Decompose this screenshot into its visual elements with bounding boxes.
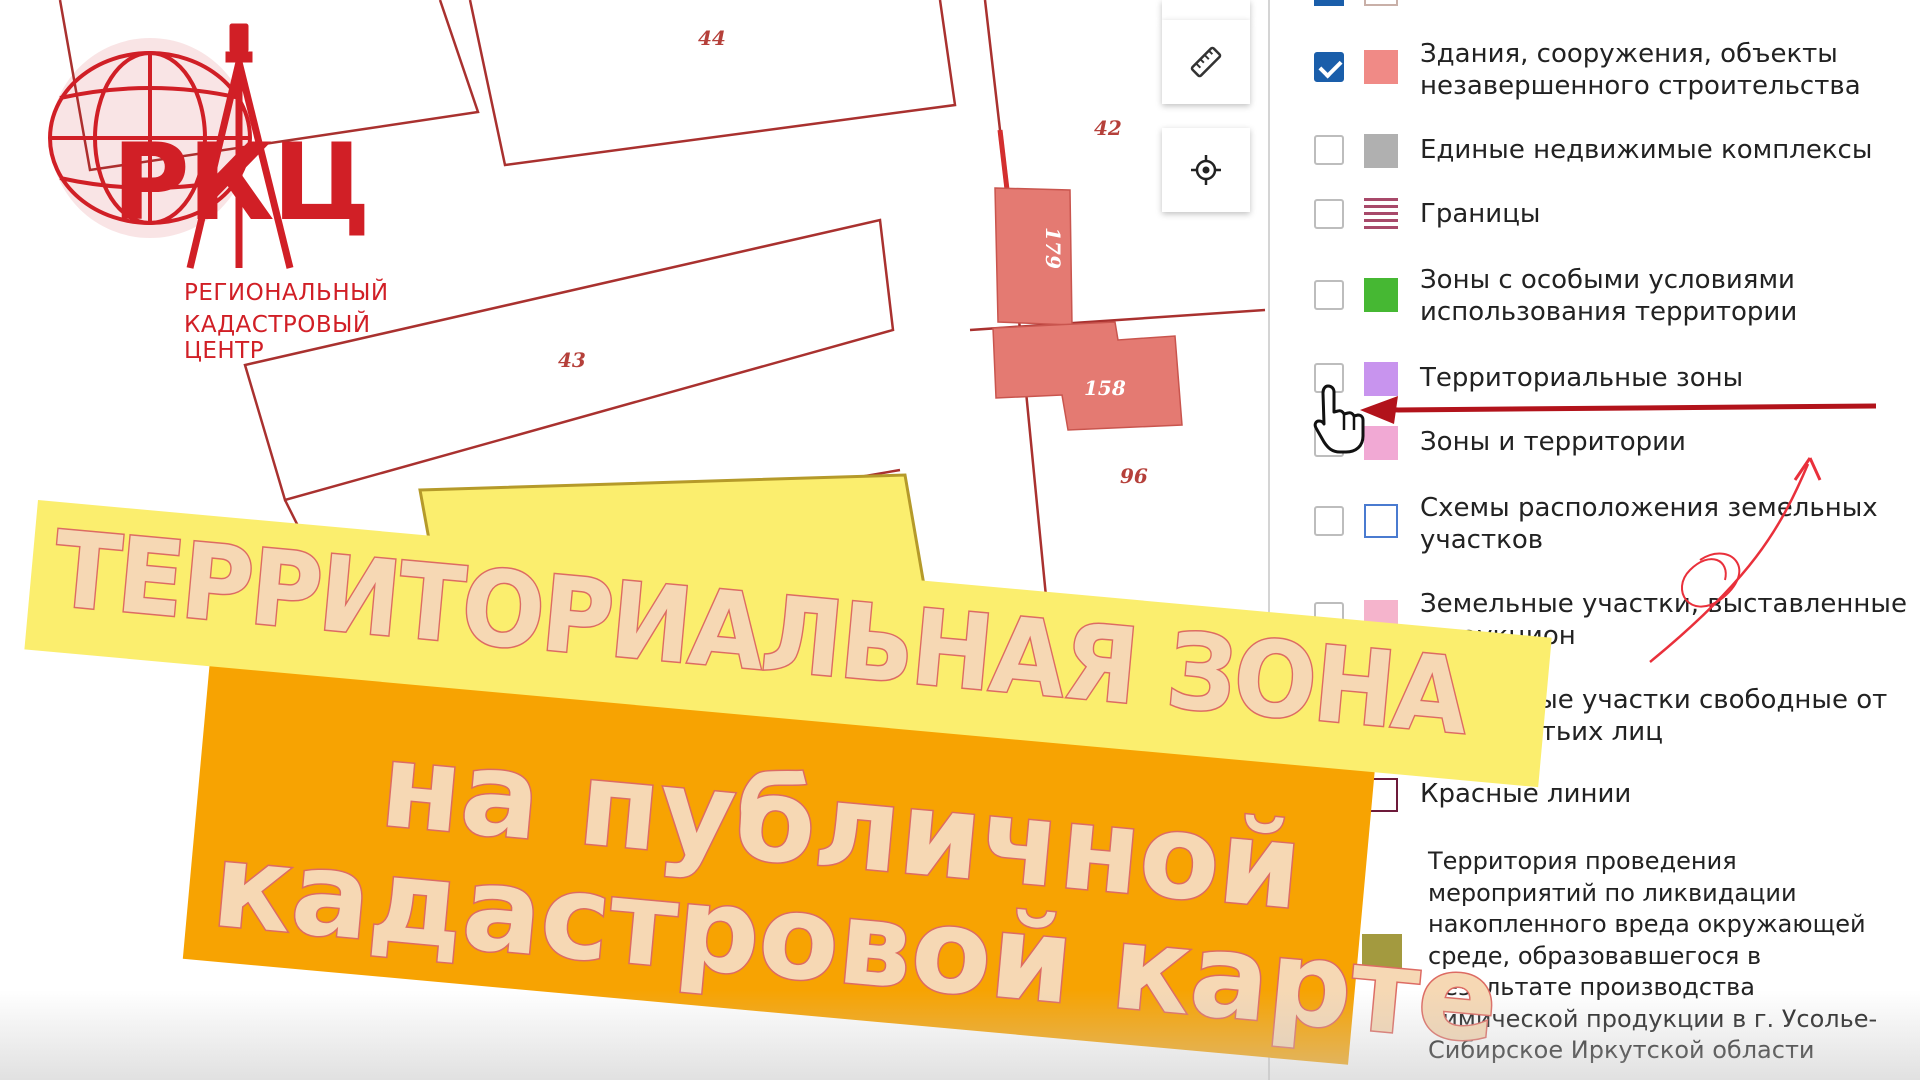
logo-line-2: КАДАСТРОВЫЙ ЦЕНТР <box>184 312 371 364</box>
layer-swatch-partial <box>1364 0 1398 6</box>
parcel-number[interactable]: 42 <box>1094 116 1122 140</box>
parcel-number[interactable]: 44 <box>698 26 726 50</box>
map-tool-button[interactable] <box>1162 0 1250 20</box>
layer-label: Здания, сооружения, объекты незавершенно… <box>1420 39 1861 101</box>
layer-swatch <box>1364 278 1398 312</box>
layer-label: Единые недвижимые комплексы <box>1420 135 1873 165</box>
scribble-annotation <box>1649 457 1822 663</box>
layer-checkbox-partial[interactable] <box>1314 0 1344 6</box>
building-number[interactable]: 179 <box>1041 227 1065 269</box>
layer-swatch <box>1364 50 1398 84</box>
layer-label: Территория проведения мероприятий по лик… <box>1428 847 1878 1064</box>
rkc-logo: РКЦ РЕГИОНАЛЬНЫЙ КАДАСТРОВЫЙ ЦЕНТР <box>40 18 410 364</box>
layer-swatch <box>1364 198 1398 232</box>
ruler-button[interactable] <box>1162 20 1250 104</box>
logo-line-1: РЕГИОНАЛЬНЫЙ <box>184 280 389 306</box>
layer-label: Границы <box>1420 199 1541 229</box>
layer-label: Зоны с особыми условиями использования т… <box>1420 265 1798 327</box>
logo-abbreviation: РКЦ <box>112 121 371 244</box>
layer-checkbox[interactable] <box>1314 52 1344 82</box>
ruler-icon <box>1190 46 1222 78</box>
parcel-number[interactable]: 43 <box>558 348 586 372</box>
layer-swatch <box>1364 134 1398 168</box>
parcel-shape <box>468 0 957 167</box>
layer-checkbox[interactable] <box>1314 280 1344 310</box>
building-number[interactable]: 158 <box>1084 376 1126 400</box>
layer-checkbox[interactable] <box>1314 506 1344 536</box>
locate-button[interactable] <box>1162 128 1250 212</box>
hand-cursor-icon <box>1313 384 1365 454</box>
layer-checkbox[interactable] <box>1314 199 1344 229</box>
layer-checkbox[interactable] <box>1314 135 1344 165</box>
layers-panel: Здания, сооружения, объекты незавершенно… <box>1268 0 1920 1080</box>
parcel-number[interactable]: 96 <box>1120 464 1148 488</box>
layer-swatch <box>1364 504 1398 538</box>
crosshair-icon <box>1191 155 1221 185</box>
